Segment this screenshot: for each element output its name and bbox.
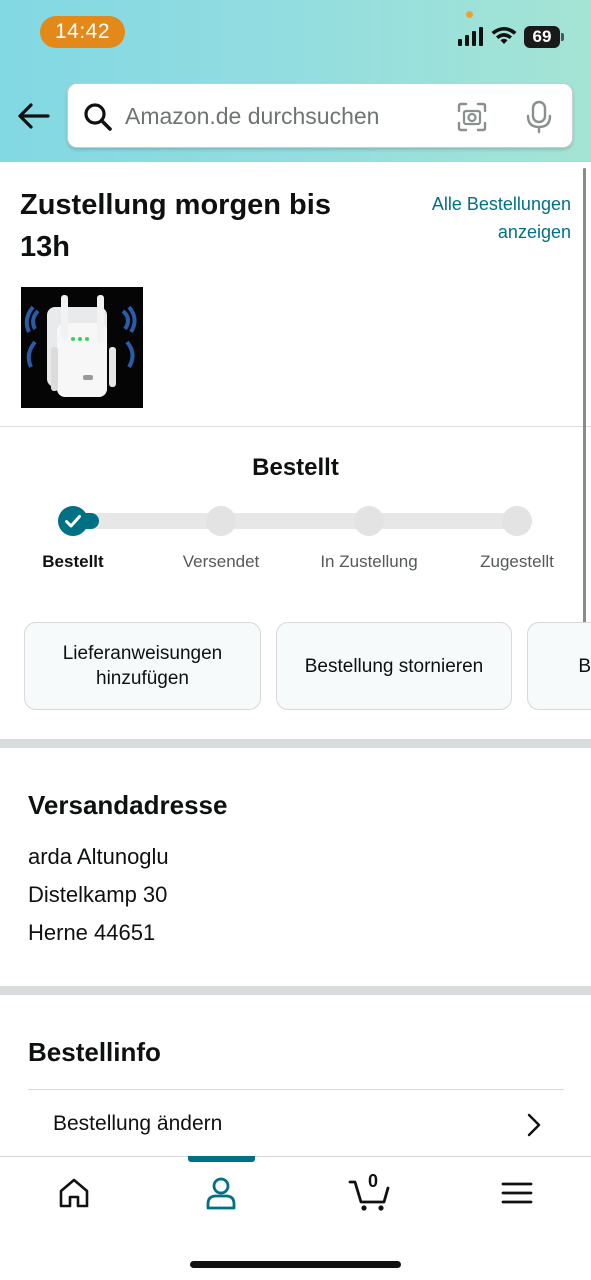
- address-city: Herne 44651: [28, 920, 156, 945]
- order-status-heading: Bestellt: [252, 454, 339, 481]
- step-label-out-for-delivery: In Zustellung: [320, 552, 418, 571]
- menu-icon[interactable]: [498, 1174, 536, 1212]
- more-action-button[interactable]: B: [527, 622, 591, 710]
- add-delivery-instructions-button[interactable]: Lieferanweisungen hinzufügen: [24, 622, 261, 710]
- step-out-for-delivery-dot: [354, 506, 384, 536]
- order-info-divider: [28, 1089, 564, 1090]
- search-placeholder: Amazon.de durchsuchen: [125, 103, 380, 129]
- home-indicator[interactable]: [190, 1261, 401, 1268]
- progress-track: [73, 513, 518, 529]
- back-arrow-icon[interactable]: [14, 96, 54, 136]
- cart-count: 0: [367, 1171, 378, 1191]
- status-time: 14:42: [40, 16, 125, 48]
- delivery-title: Zustellung morgen bis 13h: [20, 189, 331, 263]
- battery-tip: [561, 33, 564, 41]
- step-delivered-dot: [502, 506, 532, 536]
- account-icon[interactable]: [202, 1174, 240, 1212]
- cellular-signal-icon: [458, 27, 483, 46]
- wifi-repeater-image: [21, 287, 143, 408]
- chevron-right-icon[interactable]: [522, 1111, 546, 1139]
- product-image[interactable]: [21, 287, 143, 408]
- camera-scan-icon[interactable]: [456, 101, 488, 133]
- step-label-ordered: Bestellt: [42, 552, 104, 571]
- privacy-indicator-dot: [466, 11, 473, 18]
- address-street: Distelkamp 30: [28, 882, 168, 907]
- microphone-icon[interactable]: [524, 100, 554, 134]
- battery-level: 69: [524, 26, 560, 48]
- all-orders-link[interactable]: Alle Bestellungen anzeigen: [371, 190, 571, 246]
- address-name: arda Altunoglu: [28, 844, 169, 869]
- change-order-link[interactable]: Bestellung ändern: [53, 1112, 222, 1136]
- section-divider: [0, 426, 591, 427]
- header: 14:42 69 Amazon.de durchsuchen: [0, 0, 591, 162]
- shipping-address-title: Versandadresse: [28, 790, 228, 820]
- wifi-icon: [491, 27, 517, 44]
- nav-active-indicator: [188, 1156, 255, 1162]
- step-label-delivered: Zugestellt: [480, 552, 554, 571]
- section-separator: [0, 739, 591, 748]
- cancel-order-button[interactable]: Bestellung stornieren: [276, 622, 512, 710]
- order-info-title: Bestellinfo: [28, 1037, 161, 1067]
- search-icon: [84, 103, 112, 131]
- section-separator: [0, 986, 591, 995]
- search-input[interactable]: Amazon.de durchsuchen: [67, 83, 573, 148]
- step-label-shipped: Versendet: [182, 552, 260, 571]
- step-ordered-check-icon: [58, 506, 88, 536]
- step-shipped-dot: [206, 506, 236, 536]
- battery-icon: 69: [524, 26, 564, 48]
- home-icon[interactable]: [55, 1174, 93, 1212]
